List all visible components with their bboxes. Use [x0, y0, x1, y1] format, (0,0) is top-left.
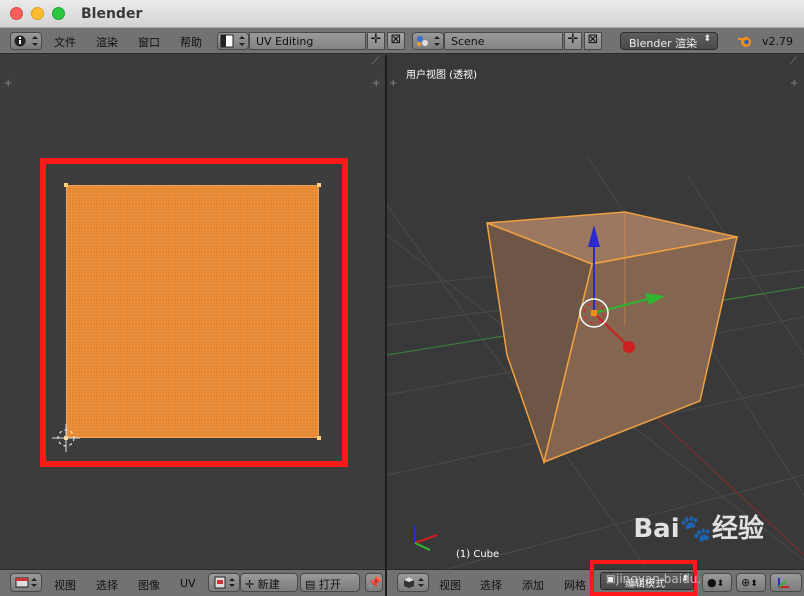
object-origin	[591, 310, 597, 316]
2d-cursor-icon[interactable]	[52, 424, 80, 452]
uv-menu-image[interactable]: 图像	[138, 577, 160, 593]
3d-view-cube-icon	[404, 577, 424, 588]
add-scene-button[interactable]: ✛	[564, 32, 582, 50]
manipulator-icon	[778, 578, 789, 588]
3d-viewport[interactable]	[387, 55, 804, 569]
uv-menu-uv[interactable]: UV	[180, 577, 196, 590]
add-screen-button[interactable]: ✛	[367, 32, 385, 50]
editor-type-info-button[interactable]	[10, 32, 42, 50]
3d-menu-mesh[interactable]: 网格	[564, 577, 586, 593]
folder-icon: ▤	[305, 578, 319, 591]
3d-scene	[387, 154, 804, 569]
screen-layout-name[interactable]: UV Editing	[249, 32, 366, 50]
plus-icon: ✛	[245, 578, 258, 591]
menu-help[interactable]: 帮助	[180, 34, 202, 50]
menu-render[interactable]: 渲染	[96, 34, 118, 50]
3d-menu-select[interactable]: 选择	[480, 577, 502, 593]
uv-vertex[interactable]	[317, 436, 321, 440]
3d-editor-type-button[interactable]	[397, 573, 429, 592]
info-header: 文件 渲染 窗口 帮助 UV Editing ✛ ⊠ Scene ✛ ⊠ Ble…	[0, 28, 804, 54]
version-label: v2.79	[762, 35, 794, 48]
menu-file[interactable]: 文件	[54, 34, 76, 50]
plus-icon: ✛	[370, 32, 382, 47]
watermark-brand-cn: 经验	[711, 514, 764, 544]
watermark-brand: Bai	[633, 514, 680, 544]
area-split-corner-icon[interactable]: ⟋	[790, 56, 797, 67]
x-arrow-head[interactable]	[623, 341, 635, 353]
new-image-label: 新建	[257, 578, 280, 591]
region-toggle-plus-icon[interactable]: +	[389, 78, 397, 89]
pivot-icon: ⊕	[741, 576, 751, 589]
render-engine-dropdown[interactable]: Blender 渲染 ⬍	[620, 32, 718, 50]
uv-menu-select[interactable]: 选择	[96, 577, 118, 593]
layout-grid-icon	[220, 34, 245, 48]
window-title: Blender	[81, 6, 143, 22]
remove-scene-button[interactable]: ⊠	[584, 32, 602, 50]
3d-menu-view[interactable]: 视图	[439, 577, 461, 593]
scene-name[interactable]: Scene	[444, 32, 563, 50]
image-browse-button[interactable]	[208, 573, 240, 592]
maximize-window-button[interactable]	[52, 7, 65, 20]
region-toggle-plus-icon[interactable]: +	[4, 78, 12, 89]
updown-icon: ⬍	[716, 579, 725, 589]
edit-mode-icon: ▣	[606, 574, 616, 585]
uv-vertex[interactable]	[64, 183, 68, 187]
uv-vertex[interactable]	[317, 183, 321, 187]
image-editor-icon	[15, 577, 37, 588]
remove-screen-button[interactable]: ⊠	[387, 32, 405, 50]
region-toggle-plus-icon[interactable]: +	[372, 78, 380, 89]
pin-image-button[interactable]: 📌	[365, 573, 383, 592]
scene-icon	[417, 36, 440, 46]
image-browse-icon	[214, 576, 235, 589]
solid-shading-icon: ●	[707, 576, 717, 589]
3d-menu-add[interactable]: 添加	[522, 577, 544, 593]
viewport-object-label: (1) Cube	[456, 549, 500, 560]
updown-icon: ⬍	[703, 34, 711, 44]
screen-layout-selector[interactable]	[217, 32, 249, 50]
viewport-shading-dropdown[interactable]: ●⬍	[702, 573, 732, 592]
gizmo-x	[414, 534, 438, 544]
paw-icon: 🐾	[679, 514, 712, 544]
area-split-corner-icon[interactable]: ⟋	[372, 56, 379, 67]
menu-window[interactable]: 窗口	[138, 34, 160, 50]
scene-selector[interactable]	[412, 32, 444, 50]
viewport-view-label: 用户视图 (透视)	[406, 70, 477, 81]
minimize-window-button[interactable]	[31, 7, 44, 20]
render-engine-label: Blender 渲染	[629, 37, 698, 50]
open-image-button[interactable]: ▤ 打开	[300, 573, 360, 592]
info-icon	[14, 35, 38, 47]
uv-menu-view[interactable]: 视图	[54, 577, 76, 593]
plus-icon: ✛	[567, 32, 579, 47]
uv-face[interactable]	[66, 185, 319, 438]
baidu-watermark: Bai🐾经验	[633, 508, 764, 545]
close-window-button[interactable]	[10, 7, 23, 20]
updown-icon: ⬍	[750, 579, 758, 589]
open-image-label: 打开	[318, 578, 341, 591]
uv-editor-type-button[interactable]	[10, 573, 42, 592]
new-image-button[interactable]: ✛ 新建	[240, 573, 298, 592]
manipulator-toggle-button[interactable]	[770, 573, 802, 592]
region-toggle-plus-icon[interactable]: +	[790, 78, 798, 89]
window-titlebar: Blender	[0, 0, 804, 28]
pin-icon: 📌	[368, 576, 382, 589]
close-icon: ⊠	[587, 32, 599, 47]
pivot-point-dropdown[interactable]: ⊕⬍	[736, 573, 766, 592]
close-icon: ⊠	[390, 32, 402, 47]
gizmo-y	[414, 542, 431, 551]
blender-logo-icon	[738, 37, 751, 47]
